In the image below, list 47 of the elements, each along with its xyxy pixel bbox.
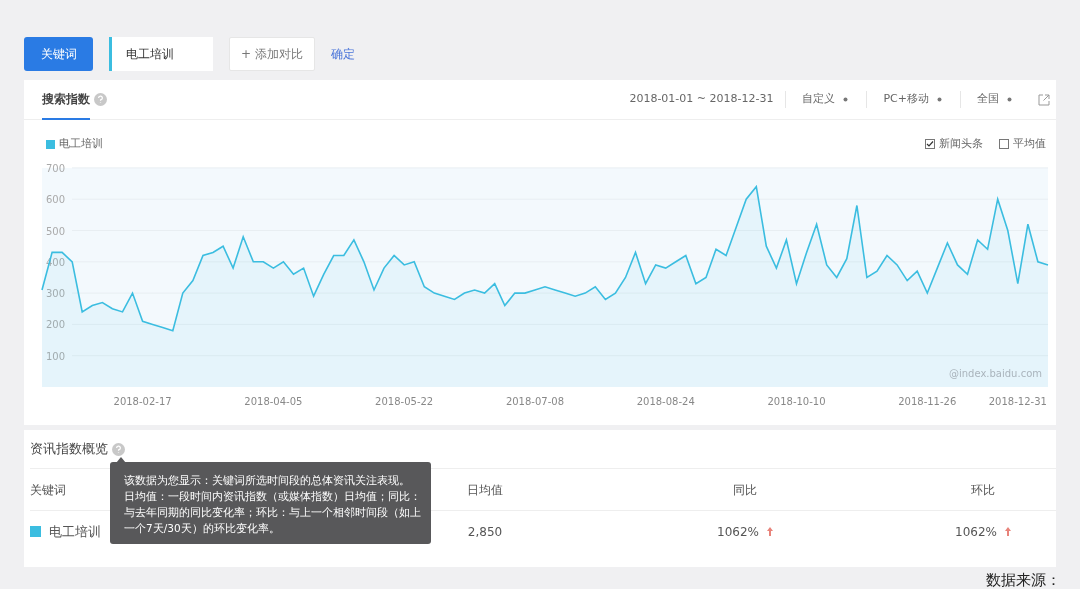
column-header: 关键词 [30,481,66,499]
y-tick-label: 500 [46,225,66,237]
checkbox-label: 新闻头条 [939,135,983,152]
tooltip-text: 日均值：一段时间内资讯指数（或媒体指数）日均值；同比：与去年同期的同比变化率；环比：与上一个相邻时间段（如上一个7天/30天）的环比变化率。 [124,489,421,536]
x-tick-label: 2018-04-05 [244,396,303,407]
index-tab[interactable]: 搜索指数 [42,79,90,120]
add-compare-button[interactable]: + 添加对比 [229,37,315,71]
caret-icon [937,97,942,102]
caret-icon [1007,97,1012,102]
date-range[interactable]: 2018-01-01 ~ 2018-12-31 [629,91,786,108]
x-tick-label: 2018-08-24 [636,396,695,407]
keyword-input[interactable]: 电工培训 [109,37,213,71]
column-header: 同比 [733,481,757,499]
table-cell-text: 1062% [955,523,997,541]
table-cell-text: 1062% [717,523,759,541]
column-header: 环比 [971,481,995,499]
keyword-button[interactable]: 关键词 [24,37,93,71]
table-cell-text: 2,850 [467,523,503,541]
column-header: 日均值 [467,481,503,499]
x-tick-label: 2018-10-10 [767,396,826,407]
x-tick-label: 2018-07-08 [505,396,564,407]
help-icon[interactable] [112,442,125,456]
x-tick-label: 2018-11-26 [898,396,957,407]
filter-dropdown[interactable]: 全国 [960,91,1030,108]
y-tick-label: 700 [46,162,66,174]
checkbox[interactable] [999,139,1009,149]
x-tick-label: 2018-12-31 [988,396,1047,407]
y-tick-label: 300 [46,288,66,300]
y-tick-label: 200 [46,319,66,331]
y-tick-label: 100 [46,350,66,362]
section-title: 资讯指数概览 [30,440,108,459]
tooltip-text: 该数据为您显示：关键词所选时间段的总体资讯关注表现。 [124,473,411,488]
help-icon[interactable] [94,93,107,106]
x-tick-label: 2018-05-22 [375,396,434,407]
external-link-icon[interactable] [1038,93,1050,106]
checkbox-label: 平均值 [1013,135,1046,152]
filter-dropdown[interactable]: 自定义 [785,91,867,108]
checkbox[interactable] [925,139,935,149]
filter-dropdown[interactable]: PC+移动 [866,91,960,108]
table-cell-text: 电工培训 [49,522,101,541]
legend-label: 电工培训 [59,135,103,152]
source-note: 数据来源： [986,570,1061,589]
confirm-link[interactable]: 确定 [331,45,355,63]
y-tick-label: 600 [46,194,66,206]
caret-icon [843,97,849,102]
x-tick-label: 2018-02-17 [113,396,172,407]
chart-credit: @index.baidu.com [949,368,1042,379]
